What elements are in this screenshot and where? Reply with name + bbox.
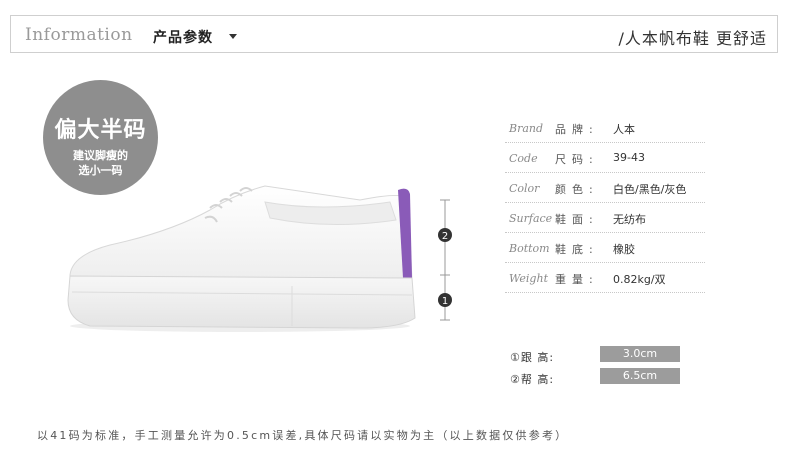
spec-label-en: Color bbox=[509, 182, 540, 195]
spec-table: Brand 品牌: 人本 Code 尺码: 39-43 Color 颜色: 白色… bbox=[505, 113, 705, 293]
spec-label-en: Brand bbox=[509, 122, 544, 135]
spec-label-cn: 颜色: bbox=[555, 183, 599, 196]
spec-label-en: Weight bbox=[509, 272, 548, 285]
spec-value: 39-43 bbox=[613, 151, 645, 164]
spec-row-bottom: Bottom 鞋底: 橡胶 bbox=[505, 233, 705, 263]
spec-label-cn: 品牌: bbox=[555, 123, 599, 136]
spec-label-cn: 尺码: bbox=[555, 153, 599, 166]
spec-value: 无纺布 bbox=[613, 213, 646, 226]
spec-value: 橡胶 bbox=[613, 243, 635, 256]
marker-1: 1 bbox=[442, 296, 448, 307]
header-title-en: Information bbox=[25, 25, 133, 45]
spec-row-brand: Brand 品牌: 人本 bbox=[505, 113, 705, 143]
footer-note: 以41码为标准，手工测量允许为0.5cm误差,具体尺码请以实物为主（以上数据仅供… bbox=[37, 429, 569, 442]
spec-label-en: Code bbox=[509, 152, 538, 165]
upper-height-row: ②帮 高: 6.5cm bbox=[510, 368, 680, 390]
badge-sub-text: 建议脚瘦的 选小一码 bbox=[43, 148, 158, 178]
chevron-down-icon[interactable] bbox=[229, 34, 237, 39]
spec-row-weight: Weight 重量: 0.82kg/双 bbox=[505, 263, 705, 293]
spec-value: 0.82kg/双 bbox=[613, 273, 666, 286]
spec-value: 白色/黑色/灰色 bbox=[613, 183, 687, 196]
header-bar: Information 产品参数 /人本帆布鞋 更舒适 bbox=[10, 15, 778, 53]
height-info: ①跟 高: 3.0cm ②帮 高: 6.5cm bbox=[510, 346, 680, 390]
spec-row-code: Code 尺码: 39-43 bbox=[505, 143, 705, 173]
heel-height-value: 3.0cm bbox=[600, 346, 680, 362]
size-badge: 偏大半码 建议脚瘦的 选小一码 bbox=[43, 80, 158, 195]
marker-2: 2 bbox=[442, 231, 448, 242]
header-title-cn[interactable]: 产品参数 bbox=[153, 27, 213, 47]
spec-value: 人本 bbox=[613, 123, 635, 136]
spec-label-cn: 鞋底: bbox=[555, 243, 599, 256]
spec-label-cn: 重量: bbox=[555, 273, 599, 286]
spec-label-cn: 鞋面: bbox=[555, 213, 599, 226]
badge-sub-line: 选小一码 bbox=[78, 164, 123, 177]
badge-main-text: 偏大半码 bbox=[54, 118, 147, 143]
spec-row-surface: Surface 鞋面: 无纺布 bbox=[505, 203, 705, 233]
heel-height-row: ①跟 高: 3.0cm bbox=[510, 346, 680, 368]
upper-height-label: ②帮 高: bbox=[510, 373, 555, 386]
shoe-image bbox=[67, 185, 416, 332]
height-measure-guide: 2 1 bbox=[438, 199, 452, 321]
heel-height-label: ①跟 高: bbox=[510, 351, 555, 364]
badge-sub-line: 建议脚瘦的 bbox=[73, 149, 128, 162]
spec-label-en: Surface bbox=[509, 212, 553, 225]
header-brand-slogan: /人本帆布鞋 更舒适 bbox=[618, 29, 767, 48]
upper-height-value: 6.5cm bbox=[600, 368, 680, 384]
spec-label-en: Bottom bbox=[509, 242, 550, 255]
spec-row-color: Color 颜色: 白色/黑色/灰色 bbox=[505, 173, 705, 203]
